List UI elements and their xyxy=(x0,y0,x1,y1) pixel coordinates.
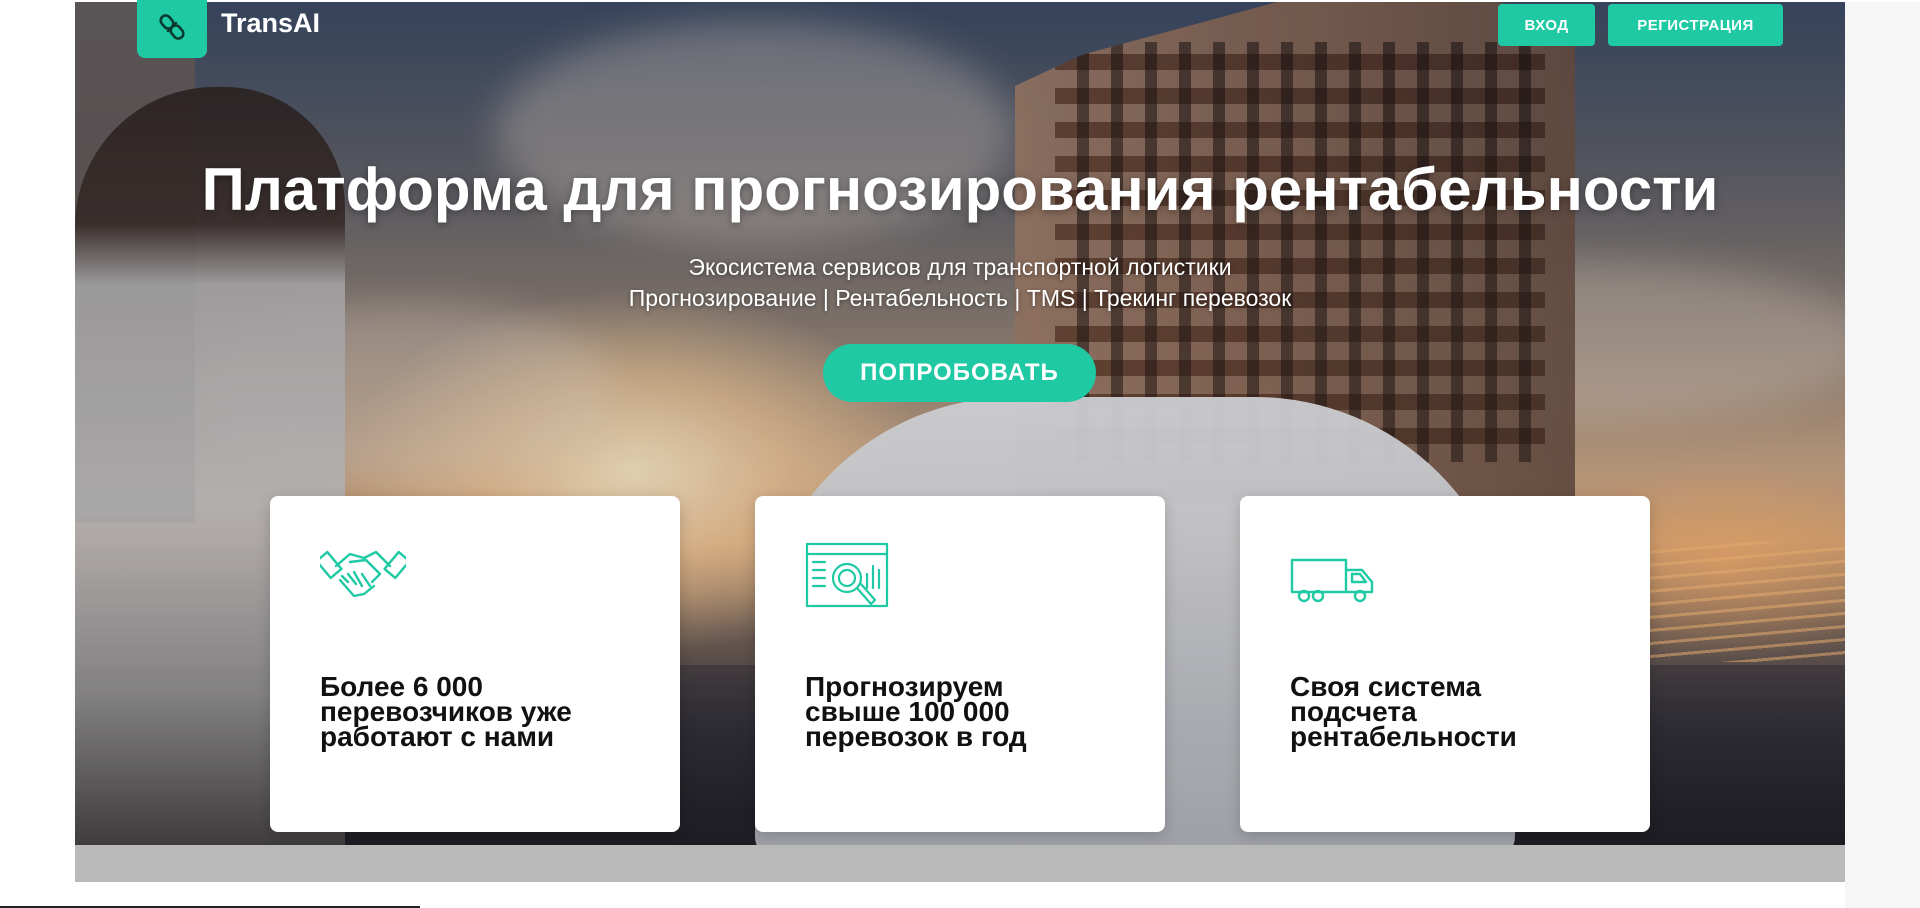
page-margin-right xyxy=(1845,2,1920,908)
hero-services-list: Прогнозирование | Рентабельность | TMS |… xyxy=(628,285,1292,311)
hero-title: Платформа для прогнозирования рентабельн… xyxy=(201,156,1719,223)
brand-name[interactable]: TransAI xyxy=(221,8,320,39)
truck-icon xyxy=(1290,558,1376,609)
link-chain-icon xyxy=(159,14,185,40)
feature-card: Более 6 000 перевозчиков уже работают с … xyxy=(270,496,680,832)
handshake-icon xyxy=(315,540,411,611)
hero-subtitle: Экосистема сервисов для транспортной лог… xyxy=(688,254,1232,280)
feature-card: Своя система подсчета рентабельности xyxy=(1240,496,1650,832)
login-button[interactable]: ВХОД xyxy=(1498,4,1595,46)
try-button[interactable]: ПОПРОБОВАТЬ xyxy=(823,344,1096,402)
feature-card: Прогнозируем свыше 100 000 перевозок в г… xyxy=(755,496,1165,832)
hero-bottom-bar xyxy=(75,845,1845,882)
logo[interactable] xyxy=(137,0,207,58)
feature-text: Прогнозируем свыше 100 000 перевозок в г… xyxy=(805,671,1027,752)
landing-page: TransAI ВХОД РЕГИСТРАЦИЯ Платформа для п… xyxy=(0,0,1920,908)
register-button[interactable]: РЕГИСТРАЦИЯ xyxy=(1608,4,1783,46)
analytics-magnifier-icon xyxy=(805,542,891,621)
feature-text: Своя система подсчета рентабельности xyxy=(1290,671,1517,752)
feature-text: Более 6 000 перевозчиков уже работают с … xyxy=(320,671,572,752)
page-margin-left xyxy=(0,2,75,908)
